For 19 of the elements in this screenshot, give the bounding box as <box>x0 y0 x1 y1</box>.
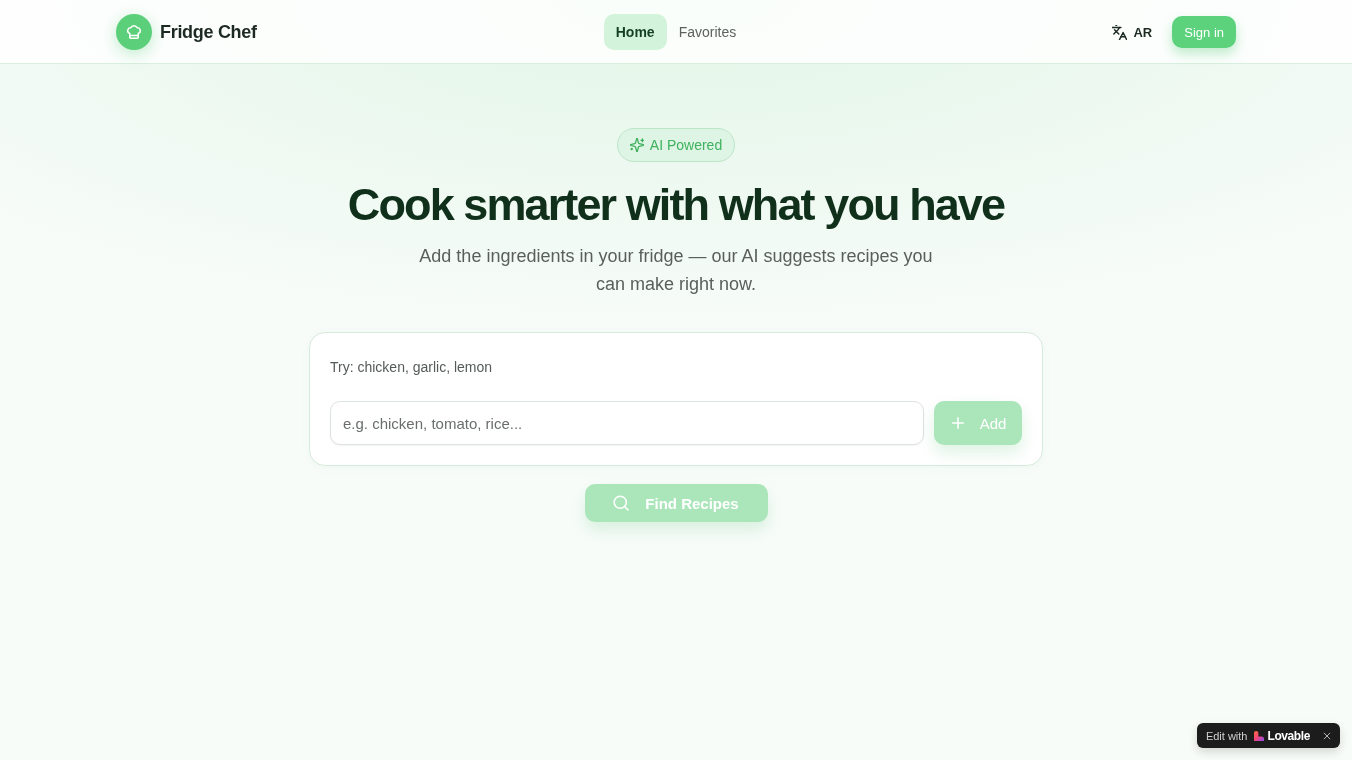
search-icon <box>613 495 630 511</box>
close-icon <box>1322 730 1332 741</box>
hero-title: Cook smarter with what you have <box>347 178 1005 232</box>
brand-logo-icon <box>1254 730 1265 741</box>
suggestion-text: Try: chicken, garlic, lemon <box>330 358 494 377</box>
language-button[interactable]: AR <box>1112 20 1153 44</box>
nav-tab[interactable]: Favorites <box>666 14 749 50</box>
nav-tab[interactable]: Home <box>603 14 667 50</box>
sparkles-icon <box>629 138 644 152</box>
brand-title: Fridge Chef <box>160 21 257 43</box>
translate-icon <box>1112 24 1128 40</box>
hero-subtitle: Add the ingredients in your fridge — our AI suggests recipes you can make right now. <box>418 245 934 296</box>
edit-label: Edit with <box>1205 729 1248 742</box>
plus-icon <box>949 415 966 431</box>
edit-badge[interactable]: Edit with Lovable <box>1196 723 1340 748</box>
brand-name: Lovable <box>1267 728 1310 743</box>
ingredient-input[interactable]: e.g. chicken, tomato, rice... <box>330 401 924 445</box>
badge-label: AI Powered <box>649 137 723 153</box>
chef-hat-icon <box>116 14 152 50</box>
